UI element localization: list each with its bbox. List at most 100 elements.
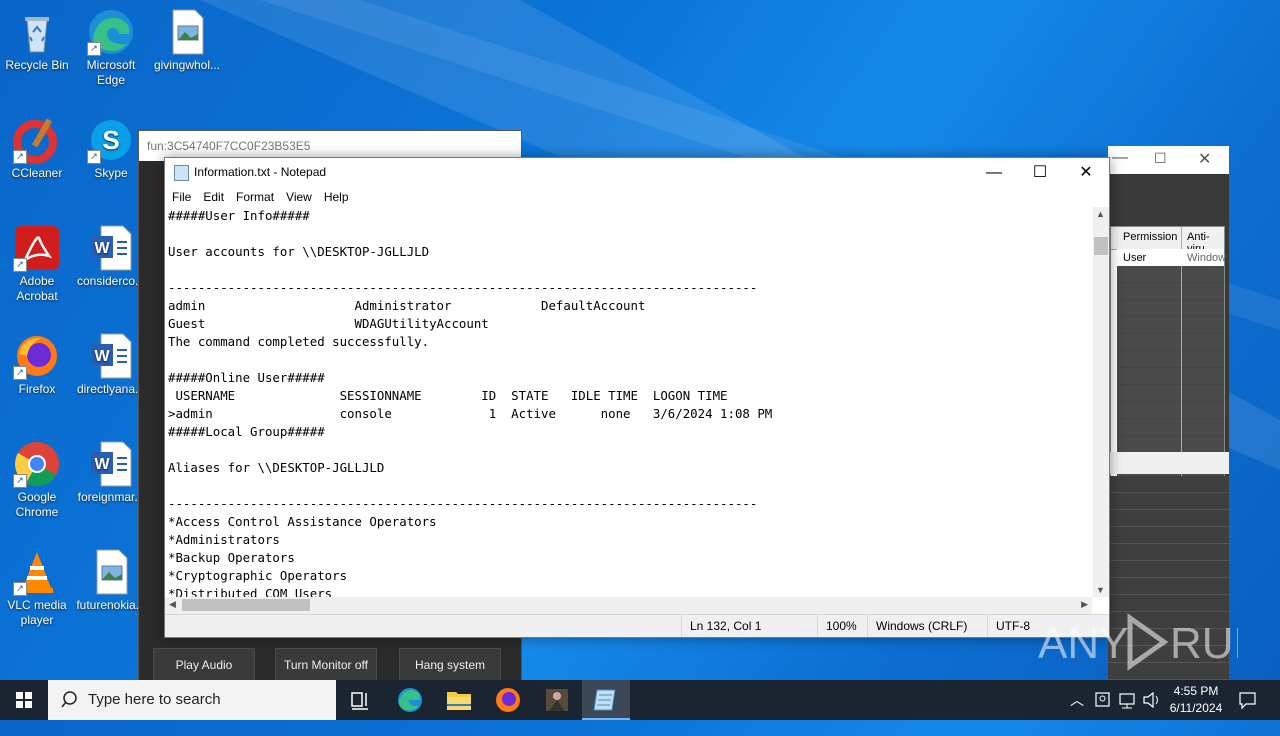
- table-cell: User: [1123, 252, 1147, 264]
- people-icon[interactable]: [1094, 690, 1112, 713]
- turn-monitor-off-button[interactable]: Turn Monitor off: [275, 648, 377, 682]
- hang-system-button[interactable]: Hang system: [399, 648, 501, 682]
- svg-text:RUN: RUN: [1170, 619, 1238, 668]
- scroll-up-arrow[interactable]: ▲: [1096, 209, 1105, 219]
- network-icon[interactable]: [1118, 690, 1138, 713]
- zoom-level: 100%: [817, 615, 857, 637]
- vlc-icon: ↗: [13, 548, 61, 596]
- svg-text:ANY: ANY: [1038, 619, 1128, 668]
- desktop-icon-label: futurenokia...: [76, 598, 146, 612]
- desktop-icon-skype[interactable]: S ↗ Skype: [74, 116, 148, 181]
- maximize-button[interactable]: ☐: [1017, 158, 1063, 187]
- status-bar: Ln 132, Col 1 100% Windows (CRLF) UTF-8: [165, 614, 1109, 637]
- task-view-icon[interactable]: [336, 680, 384, 720]
- desktop-icon-edge[interactable]: ↗ Microsoft Edge: [74, 8, 148, 88]
- notifications-icon[interactable]: [1238, 690, 1258, 713]
- edge-taskbar-icon[interactable]: [386, 680, 434, 720]
- taskbar-search-box[interactable]: Type here to search: [48, 680, 336, 720]
- ccleaner-icon: ↗: [13, 116, 61, 164]
- close-button[interactable]: ✕: [1063, 158, 1109, 187]
- recycle-bin-icon: [13, 8, 61, 56]
- desktop-icon-label: Recycle Bin: [5, 58, 69, 72]
- vertical-scrollbar[interactable]: ▲ ▼: [1093, 207, 1109, 597]
- notepad-taskbar-icon[interactable]: [582, 680, 630, 720]
- desktop-icon-label: considerco...: [76, 274, 146, 288]
- maximize-icon[interactable]: ☐: [1154, 150, 1167, 167]
- desktop-icon-acrobat[interactable]: ↗ Adobe Acrobat: [0, 224, 74, 304]
- desktop-icon-label: Skype: [94, 166, 128, 180]
- desktop-icon-label: directlyana...: [76, 382, 146, 396]
- minimize-button[interactable]: —: [971, 158, 1017, 187]
- malware-app-taskbar-icon[interactable]: [533, 680, 581, 720]
- close-icon[interactable]: ✕: [1198, 149, 1211, 169]
- shortcut-arrow-icon: ↗: [13, 150, 27, 164]
- desktop-icon-recycle-bin[interactable]: Recycle Bin: [0, 8, 74, 73]
- desktop-icon-label: Google Chrome: [15, 490, 59, 519]
- scroll-thumb[interactable]: [1094, 237, 1108, 255]
- desktop-icon-ccleaner[interactable]: ↗ CCleaner: [0, 116, 74, 181]
- word-document-icon: W: [87, 332, 135, 380]
- horizontal-scrollbar[interactable]: ◀ ▶: [165, 597, 1092, 614]
- shortcut-arrow-icon: ↗: [13, 366, 27, 380]
- line-ending: Windows (CRLF): [867, 615, 967, 637]
- notepad-window[interactable]: Information.txt - Notepad — ☐ ✕ File Edit…: [164, 157, 1110, 638]
- desktop-icon-firefox[interactable]: ↗ Firefox: [0, 332, 74, 397]
- word-document-icon: W: [87, 224, 135, 272]
- show-hidden-icons-chevron[interactable]: ︿: [1070, 680, 1084, 720]
- desktop-icon-foreignmar[interactable]: W foreignmar...: [74, 440, 148, 505]
- document-text[interactable]: #####User Info##### User accounts for \\…: [165, 207, 1092, 597]
- menu-edit[interactable]: Edit: [198, 187, 229, 207]
- menu-format[interactable]: Format: [231, 187, 279, 207]
- play-audio-button[interactable]: Play Audio: [153, 648, 255, 682]
- scroll-left-arrow[interactable]: ◀: [169, 599, 176, 610]
- encoding: UTF-8: [987, 615, 1030, 637]
- column-header-permission[interactable]: Permission: [1123, 231, 1177, 243]
- firefox-taskbar-icon[interactable]: [484, 680, 532, 720]
- desktop-icon-label: Microsoft Edge: [86, 58, 136, 87]
- desktop-icon-vlc[interactable]: ↗ VLC media player: [0, 548, 74, 628]
- scroll-down-arrow[interactable]: ▼: [1096, 585, 1105, 595]
- image-file-icon: [87, 548, 135, 596]
- minimize-icon[interactable]: —: [1112, 149, 1128, 167]
- skype-icon: S ↗: [87, 116, 135, 164]
- cursor-position: Ln 132, Col 1: [681, 615, 761, 637]
- file-explorer-icon[interactable]: [435, 680, 483, 720]
- clock[interactable]: 4:55 PM 6/11/2024: [1164, 683, 1228, 717]
- window-title: Information.txt - Notepad: [194, 165, 327, 179]
- chrome-icon: ↗: [13, 440, 61, 488]
- shortcut-arrow-icon: ↗: [13, 474, 27, 488]
- shortcut-arrow-icon: ↗: [87, 150, 101, 164]
- background-window-right[interactable]: — ☐ ✕ Permission Anti-viru User Window: [1108, 146, 1229, 680]
- desktop-icon-chrome[interactable]: ↗ Google Chrome: [0, 440, 74, 520]
- clock-date: 6/11/2024: [1169, 701, 1223, 715]
- notepad-app-icon: [174, 165, 189, 181]
- menu-file[interactable]: File: [167, 187, 196, 207]
- shortcut-arrow-icon: ↗: [13, 258, 27, 272]
- table-cell: Window: [1187, 252, 1227, 264]
- menu-help[interactable]: Help: [319, 187, 354, 207]
- menu-view[interactable]: View: [281, 187, 317, 207]
- menu-bar: File Edit Format View Help: [165, 187, 1109, 207]
- desktop-icon-considerco[interactable]: W considerco...: [74, 224, 148, 289]
- text-editor[interactable]: #####User Info##### User accounts for \\…: [165, 207, 1092, 597]
- shortcut-arrow-icon: ↗: [87, 42, 101, 56]
- windows-logo-icon: [16, 692, 32, 708]
- svg-text:W: W: [94, 348, 110, 365]
- svg-text:W: W: [94, 240, 110, 257]
- edge-icon: ↗: [87, 8, 135, 56]
- desktop-icon-futurenokia[interactable]: futurenokia...: [74, 548, 148, 613]
- desktop-icon-label: CCleaner: [11, 166, 63, 180]
- clock-time: 4:55 PM: [1173, 684, 1219, 698]
- desktop-icon-label: Firefox: [18, 382, 56, 396]
- desktop-icon-directlyana[interactable]: W directlyana...: [74, 332, 148, 397]
- desktop-icon-givingwhol[interactable]: givingwhol...: [150, 8, 224, 73]
- scroll-thumb[interactable]: [182, 599, 310, 611]
- desktop-icon-label: foreignmar...: [77, 490, 145, 504]
- desktop-icon-label: givingwhol...: [153, 58, 221, 72]
- start-button[interactable]: [0, 680, 48, 720]
- volume-icon[interactable]: [1142, 690, 1162, 713]
- notepad-titlebar[interactable]: Information.txt - Notepad — ☐ ✕: [165, 158, 1109, 187]
- svg-text:W: W: [94, 456, 110, 473]
- desktop-icon-label: Adobe Acrobat: [16, 274, 58, 303]
- acrobat-icon: ↗: [13, 224, 61, 272]
